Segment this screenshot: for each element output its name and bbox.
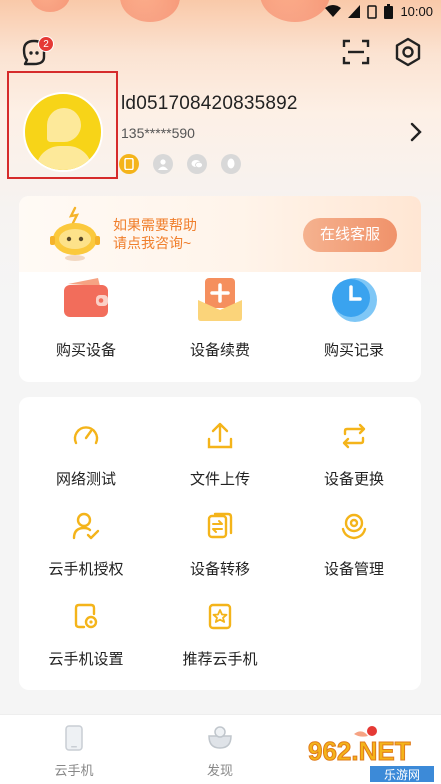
- chevron-right-icon: [410, 122, 422, 142]
- tools-row-3: 云手机设置 推荐云手机: [19, 601, 421, 669]
- robot-mascot-icon: [50, 206, 100, 261]
- device-renew-button[interactable]: 设备续费: [153, 276, 287, 360]
- cloud-phone-auth-button[interactable]: 云手机授权: [19, 511, 153, 579]
- nav-label-discover: 发现: [206, 763, 233, 778]
- recommend-cloud-phone-label: 推荐云手机: [182, 651, 258, 668]
- renew-icon: [198, 278, 242, 321]
- upload-icon: [207, 422, 233, 449]
- settings-button[interactable]: [392, 36, 424, 68]
- purchase-record-label: 购买记录: [323, 342, 384, 359]
- speedometer-icon: [73, 426, 99, 445]
- swap-icon: [342, 423, 366, 449]
- tools-row-1: 网络测试 文件上传 设备更换: [19, 421, 421, 489]
- help-text: 如果需要帮助 请点我咨询~: [113, 216, 197, 252]
- status-bar: 10:00: [0, 0, 441, 26]
- watermark-brand: 962.NET: [308, 736, 411, 766]
- wechat-bind-icon[interactable]: [187, 154, 207, 174]
- device-change-button[interactable]: 设备更换: [287, 421, 421, 489]
- help-banner: 如果需要帮助 请点我咨询~ 在线客服: [19, 196, 421, 272]
- wifi-icon: [325, 5, 342, 17]
- avatar-head: [47, 108, 81, 142]
- scan-button[interactable]: [340, 36, 372, 68]
- phone-settings-icon: [74, 603, 98, 629]
- nav-label-cloud-phone: 云手机: [54, 763, 94, 778]
- message-badge: 2: [38, 36, 54, 52]
- cloud-phone-auth-label: 云手机授权: [48, 561, 124, 578]
- status-time: 10:00: [400, 4, 433, 19]
- device-change-label: 设备更换: [323, 471, 384, 488]
- purchase-record-button[interactable]: 购买记录: [287, 276, 421, 360]
- nav-item-cloud-phone[interactable]: 云手机: [34, 725, 114, 779]
- wallet-icon: [64, 278, 108, 317]
- qq-bind-icon[interactable]: [221, 154, 241, 174]
- device-transfer-label: 设备转移: [189, 561, 250, 578]
- device-manage-label: 设备管理: [323, 561, 384, 578]
- device-transfer-button[interactable]: 设备转移: [153, 511, 287, 579]
- quick-actions-card: 如果需要帮助 请点我咨询~ 在线客服 购买设备 设备续费 购买记录: [19, 196, 421, 382]
- help-text-line1: 如果需要帮助: [113, 217, 197, 233]
- file-upload-button[interactable]: 文件上传: [153, 421, 287, 489]
- buy-device-button[interactable]: 购买设备: [19, 276, 153, 360]
- quick-actions-row: 购买设备 设备续费 购买记录: [19, 276, 421, 360]
- sim-icon: [367, 4, 378, 19]
- recommend-cloud-phone-button[interactable]: 推荐云手机: [153, 601, 287, 669]
- device-manage-button[interactable]: 设备管理: [287, 511, 421, 579]
- site-watermark: 962.NET 乐游网: [304, 726, 436, 782]
- clock-icon: [332, 278, 377, 322]
- signal-icon: [348, 5, 361, 18]
- cloud-phone-settings-button[interactable]: 云手机设置: [19, 601, 153, 669]
- online-service-button[interactable]: 在线客服: [303, 218, 397, 252]
- nav-item-discover[interactable]: 发现: [180, 725, 260, 779]
- manage-icon: [341, 513, 367, 540]
- account-binding-row: [119, 154, 241, 174]
- user-id: ld051708420835892: [121, 93, 298, 114]
- help-text-line2: 请点我咨询~: [113, 235, 192, 251]
- person-bind-icon[interactable]: [153, 154, 173, 174]
- cloud-phone-settings-label: 云手机设置: [48, 651, 124, 668]
- avatar-body: [36, 146, 92, 170]
- device-renew-label: 设备续费: [189, 342, 250, 359]
- star-icon: [208, 603, 232, 630]
- tools-card: 网络测试 文件上传 设备更换 云手机授权 设备转移 设备管理 云手机设置 推荐云…: [19, 397, 421, 690]
- profile-arrow-button[interactable]: [406, 120, 426, 144]
- file-upload-label: 文件上传: [189, 471, 250, 488]
- tools-row-2: 云手机授权 设备转移 设备管理: [19, 511, 421, 579]
- network-test-label: 网络测试: [55, 471, 116, 488]
- settings-icon: [395, 37, 421, 67]
- buy-device-label: 购买设备: [55, 342, 116, 359]
- transfer-icon: [207, 512, 233, 539]
- phone-bind-icon[interactable]: [119, 154, 139, 174]
- network-test-button[interactable]: 网络测试: [19, 421, 153, 489]
- phone-tab-icon: [65, 725, 83, 751]
- watermark-sub: 乐游网: [384, 768, 420, 782]
- scan-icon: [342, 39, 370, 65]
- user-phone: 135*****590: [121, 125, 195, 141]
- avatar[interactable]: [23, 92, 103, 172]
- battery-icon: [384, 4, 394, 19]
- discover-tab-icon: [208, 726, 232, 749]
- user-check-icon: [72, 512, 100, 540]
